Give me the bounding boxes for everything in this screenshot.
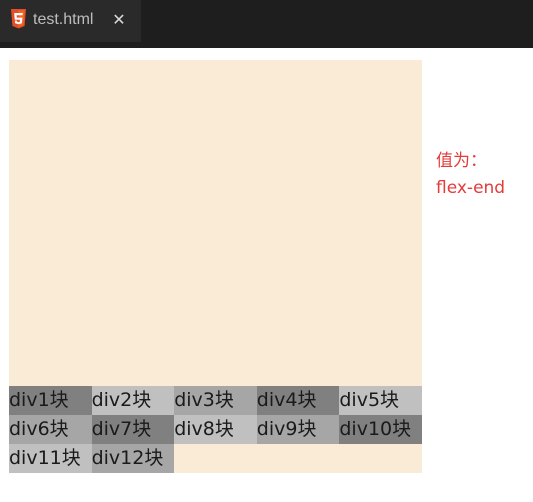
div-block-4: div4块 <box>256 386 340 415</box>
caption-value: flex-end <box>436 178 506 198</box>
div-block-10: div10块 <box>339 415 422 444</box>
flex-container: div1块 div2块 div3块 div4块 div5块 div6块 div7块 div8块… <box>9 60 422 473</box>
html5-icon <box>10 9 27 29</box>
div-block-5: div5块 <box>339 386 422 415</box>
div-block-12: div12块 <box>91 444 175 473</box>
div-block-2: div2块 <box>91 386 175 415</box>
caption: 值为： flex-end <box>436 148 505 202</box>
div-block-9: div9块 <box>256 415 340 444</box>
tab-title: test.html <box>33 11 94 28</box>
div-block-11: div11块 <box>9 444 92 473</box>
div-block-8: div8块 <box>174 415 257 444</box>
tab-test-html[interactable]: test.html ✕ <box>0 0 141 42</box>
div-block-7: div7块 <box>91 415 175 444</box>
close-icon[interactable]: ✕ <box>112 10 126 30</box>
caption-line-1: 值为： <box>436 151 487 171</box>
div-block-6: div6块 <box>9 415 92 444</box>
div-block-3: div3块 <box>174 386 257 415</box>
editor-tab-bar: test.html ✕ <box>0 0 533 48</box>
div-block-1: div1块 <box>9 386 92 415</box>
